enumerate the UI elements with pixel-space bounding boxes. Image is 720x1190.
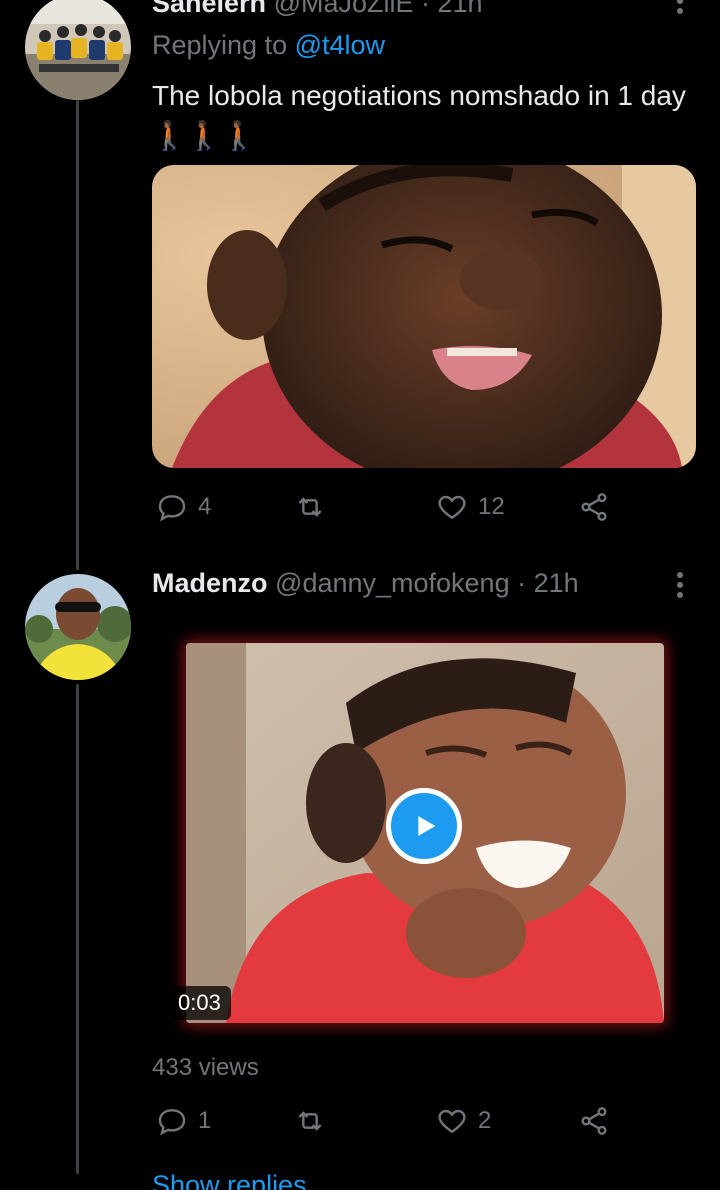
avatar[interactable] — [25, 0, 131, 100]
retweet-button[interactable] — [294, 1105, 336, 1137]
reply-button[interactable]: 1 — [156, 1105, 211, 1137]
share-button[interactable] — [578, 491, 610, 523]
avatar[interactable] — [25, 574, 131, 680]
like-icon — [438, 495, 466, 520]
like-button[interactable]: 12 — [436, 491, 505, 523]
thread-line-2 — [76, 684, 79, 1174]
reply-count: 1 — [198, 1107, 212, 1134]
username[interactable]: @MaJoZiiE — [274, 0, 414, 18]
timestamp[interactable]: · 21h — [421, 0, 483, 18]
view-count: 433 views — [152, 1054, 259, 1081]
reply-button[interactable]: 4 — [156, 491, 211, 523]
more-icon[interactable] — [677, 572, 685, 598]
tweet-header: Sanelern @MaJoZiiE · 21h — [152, 0, 483, 19]
retweet-button[interactable] — [294, 491, 336, 523]
timestamp[interactable]: · 21h — [517, 568, 579, 598]
mention-link[interactable]: @t4low — [295, 30, 385, 60]
like-icon — [438, 1109, 466, 1134]
like-button[interactable]: 2 — [436, 1105, 491, 1137]
username[interactable]: @danny_mofokeng — [275, 568, 510, 598]
share-icon — [581, 493, 607, 521]
reply-icon — [158, 495, 186, 522]
tweet-text: The lobola negotiations nomshado in 1 da… — [152, 80, 686, 151]
display-name[interactable]: Madenzo — [152, 568, 268, 598]
tweet-actions: 1 2 — [152, 1105, 612, 1145]
replying-to: Replying to @t4low — [152, 30, 385, 61]
more-icon[interactable] — [677, 0, 685, 14]
tweet-actions: 4 12 — [152, 491, 612, 531]
reply-count: 4 — [198, 493, 212, 520]
share-icon — [581, 1107, 607, 1135]
tweet-photo[interactable] — [152, 165, 696, 468]
share-button[interactable] — [578, 1105, 610, 1137]
play-icon — [418, 816, 436, 836]
retweet-icon — [298, 497, 322, 517]
video-duration: 0:03 — [168, 986, 231, 1020]
display-name[interactable]: Sanelern — [152, 0, 266, 18]
show-replies-link[interactable]: Show replies — [152, 1170, 307, 1190]
replying-prefix: Replying to — [152, 30, 295, 60]
reply-icon — [158, 1109, 186, 1136]
thread-line-1 — [76, 100, 79, 570]
tweet-header: Madenzo @danny_mofokeng · 21h — [152, 568, 579, 599]
like-count: 2 — [478, 1107, 492, 1134]
play-button[interactable] — [386, 788, 462, 864]
like-count: 12 — [478, 493, 505, 520]
retweet-icon — [298, 1111, 322, 1131]
